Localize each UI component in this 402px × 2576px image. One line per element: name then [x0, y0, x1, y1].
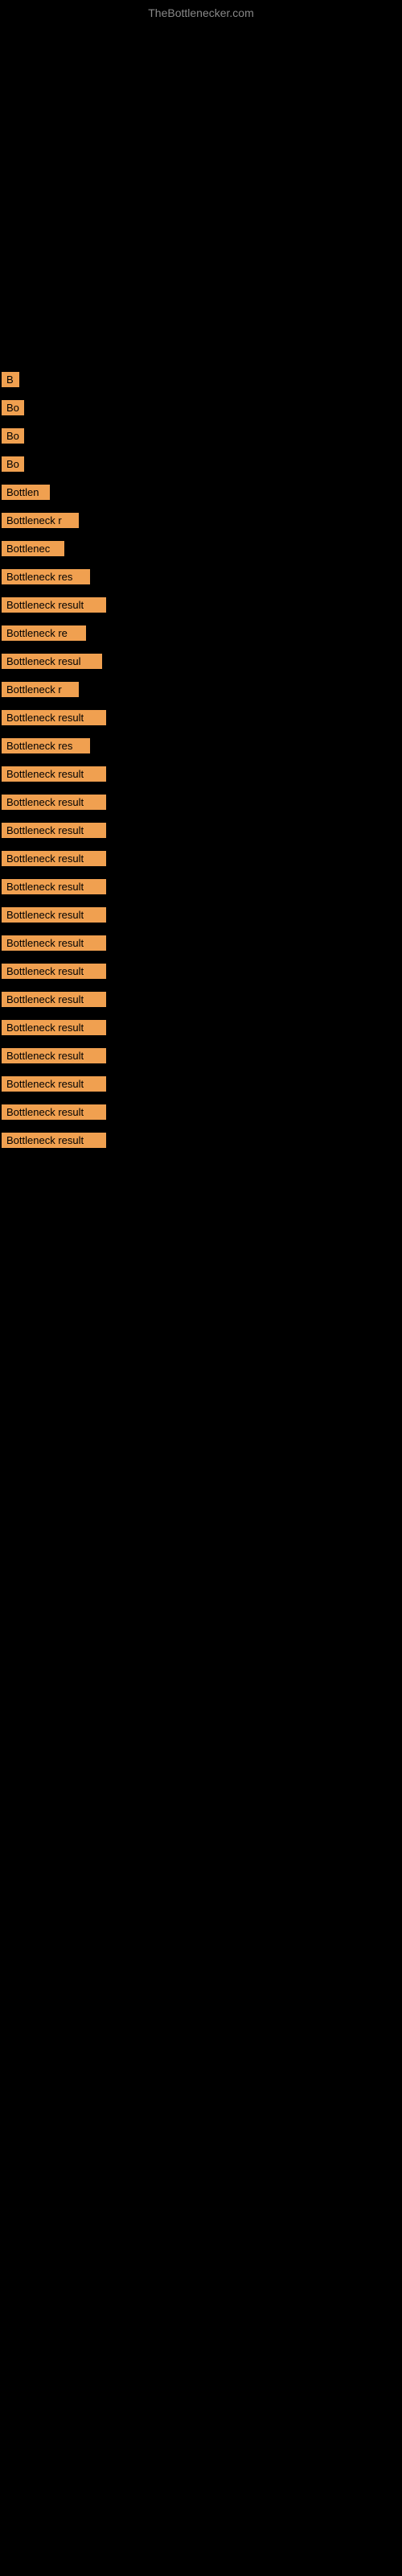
list-item: Bottlenec [0, 536, 402, 561]
bottleneck-result-label: Bottleneck r [2, 513, 79, 528]
list-item: Bottleneck result [0, 902, 402, 927]
bottleneck-result-label: Bottleneck result [2, 823, 106, 838]
bottleneck-result-label: Bottleneck result [2, 1133, 106, 1148]
list-item: Bo [0, 395, 402, 420]
bottleneck-result-label: Bo [2, 456, 24, 472]
bottleneck-result-label: Bottleneck result [2, 1104, 106, 1120]
bottleneck-result-label: Bottleneck res [2, 738, 90, 753]
list-item: Bottleneck result [0, 818, 402, 843]
list-item: Bottleneck resul [0, 649, 402, 674]
bottleneck-result-label: Bottleneck result [2, 1048, 106, 1063]
bottleneck-result-label: Bottleneck result [2, 935, 106, 951]
bottleneck-result-label: Bottleneck result [2, 964, 106, 979]
bottleneck-result-label: Bottlen [2, 485, 50, 500]
list-item: Bottleneck result [0, 987, 402, 1012]
bottleneck-result-label: B [2, 372, 19, 387]
list-item: Bottlen [0, 480, 402, 505]
bottleneck-result-label: Bottleneck result [2, 710, 106, 725]
list-item: Bottleneck result [0, 1015, 402, 1040]
rows-container: B Bo Bo Bo Bottlen Bottleneck r Bottlenec Bottl… [0, 26, 402, 1153]
list-item: Bottleneck result [0, 1071, 402, 1096]
list-item: Bottleneck result [0, 874, 402, 899]
bottleneck-result-label: Bo [2, 428, 24, 444]
list-item: Bottleneck result [0, 1100, 402, 1125]
bottleneck-result-label: Bottleneck resul [2, 654, 102, 669]
list-item: Bottleneck result [0, 790, 402, 815]
list-item: Bottleneck res [0, 564, 402, 589]
bottleneck-result-label: Bottleneck re [2, 625, 86, 641]
bottleneck-result-label: Bo [2, 400, 24, 415]
bottleneck-result-label: Bottleneck result [2, 879, 106, 894]
bottleneck-result-label: Bottleneck result [2, 907, 106, 923]
bottleneck-result-label: Bottlenec [2, 541, 64, 556]
bottleneck-result-label: Bottleneck result [2, 1020, 106, 1035]
bottleneck-result-label: Bottleneck result [2, 766, 106, 782]
list-item: Bottleneck result [0, 959, 402, 984]
list-item: Bottleneck re [0, 621, 402, 646]
list-item: Bottleneck result [0, 1043, 402, 1068]
bottleneck-result-label: Bottleneck result [2, 851, 106, 866]
list-item: B [0, 367, 402, 392]
bottleneck-result-label: Bottleneck result [2, 597, 106, 613]
bottleneck-result-label: Bottleneck r [2, 682, 79, 697]
list-item: Bottleneck result [0, 846, 402, 871]
list-item: Bo [0, 452, 402, 477]
list-item: Bottleneck result [0, 762, 402, 786]
list-item: Bottleneck r [0, 677, 402, 702]
list-item: Bottleneck r [0, 508, 402, 533]
bottleneck-result-label: Bottleneck result [2, 992, 106, 1007]
list-item: Bottleneck res [0, 733, 402, 758]
site-title: TheBottlenecker.com [0, 0, 402, 26]
bottleneck-result-label: Bottleneck res [2, 569, 90, 584]
bottleneck-result-label: Bottleneck result [2, 1076, 106, 1092]
list-item: Bo [0, 423, 402, 448]
list-item: Bottleneck result [0, 705, 402, 730]
bottleneck-result-label: Bottleneck result [2, 795, 106, 810]
list-item: Bottleneck result [0, 931, 402, 956]
list-item: Bottleneck result [0, 592, 402, 617]
list-item: Bottleneck result [0, 1128, 402, 1153]
